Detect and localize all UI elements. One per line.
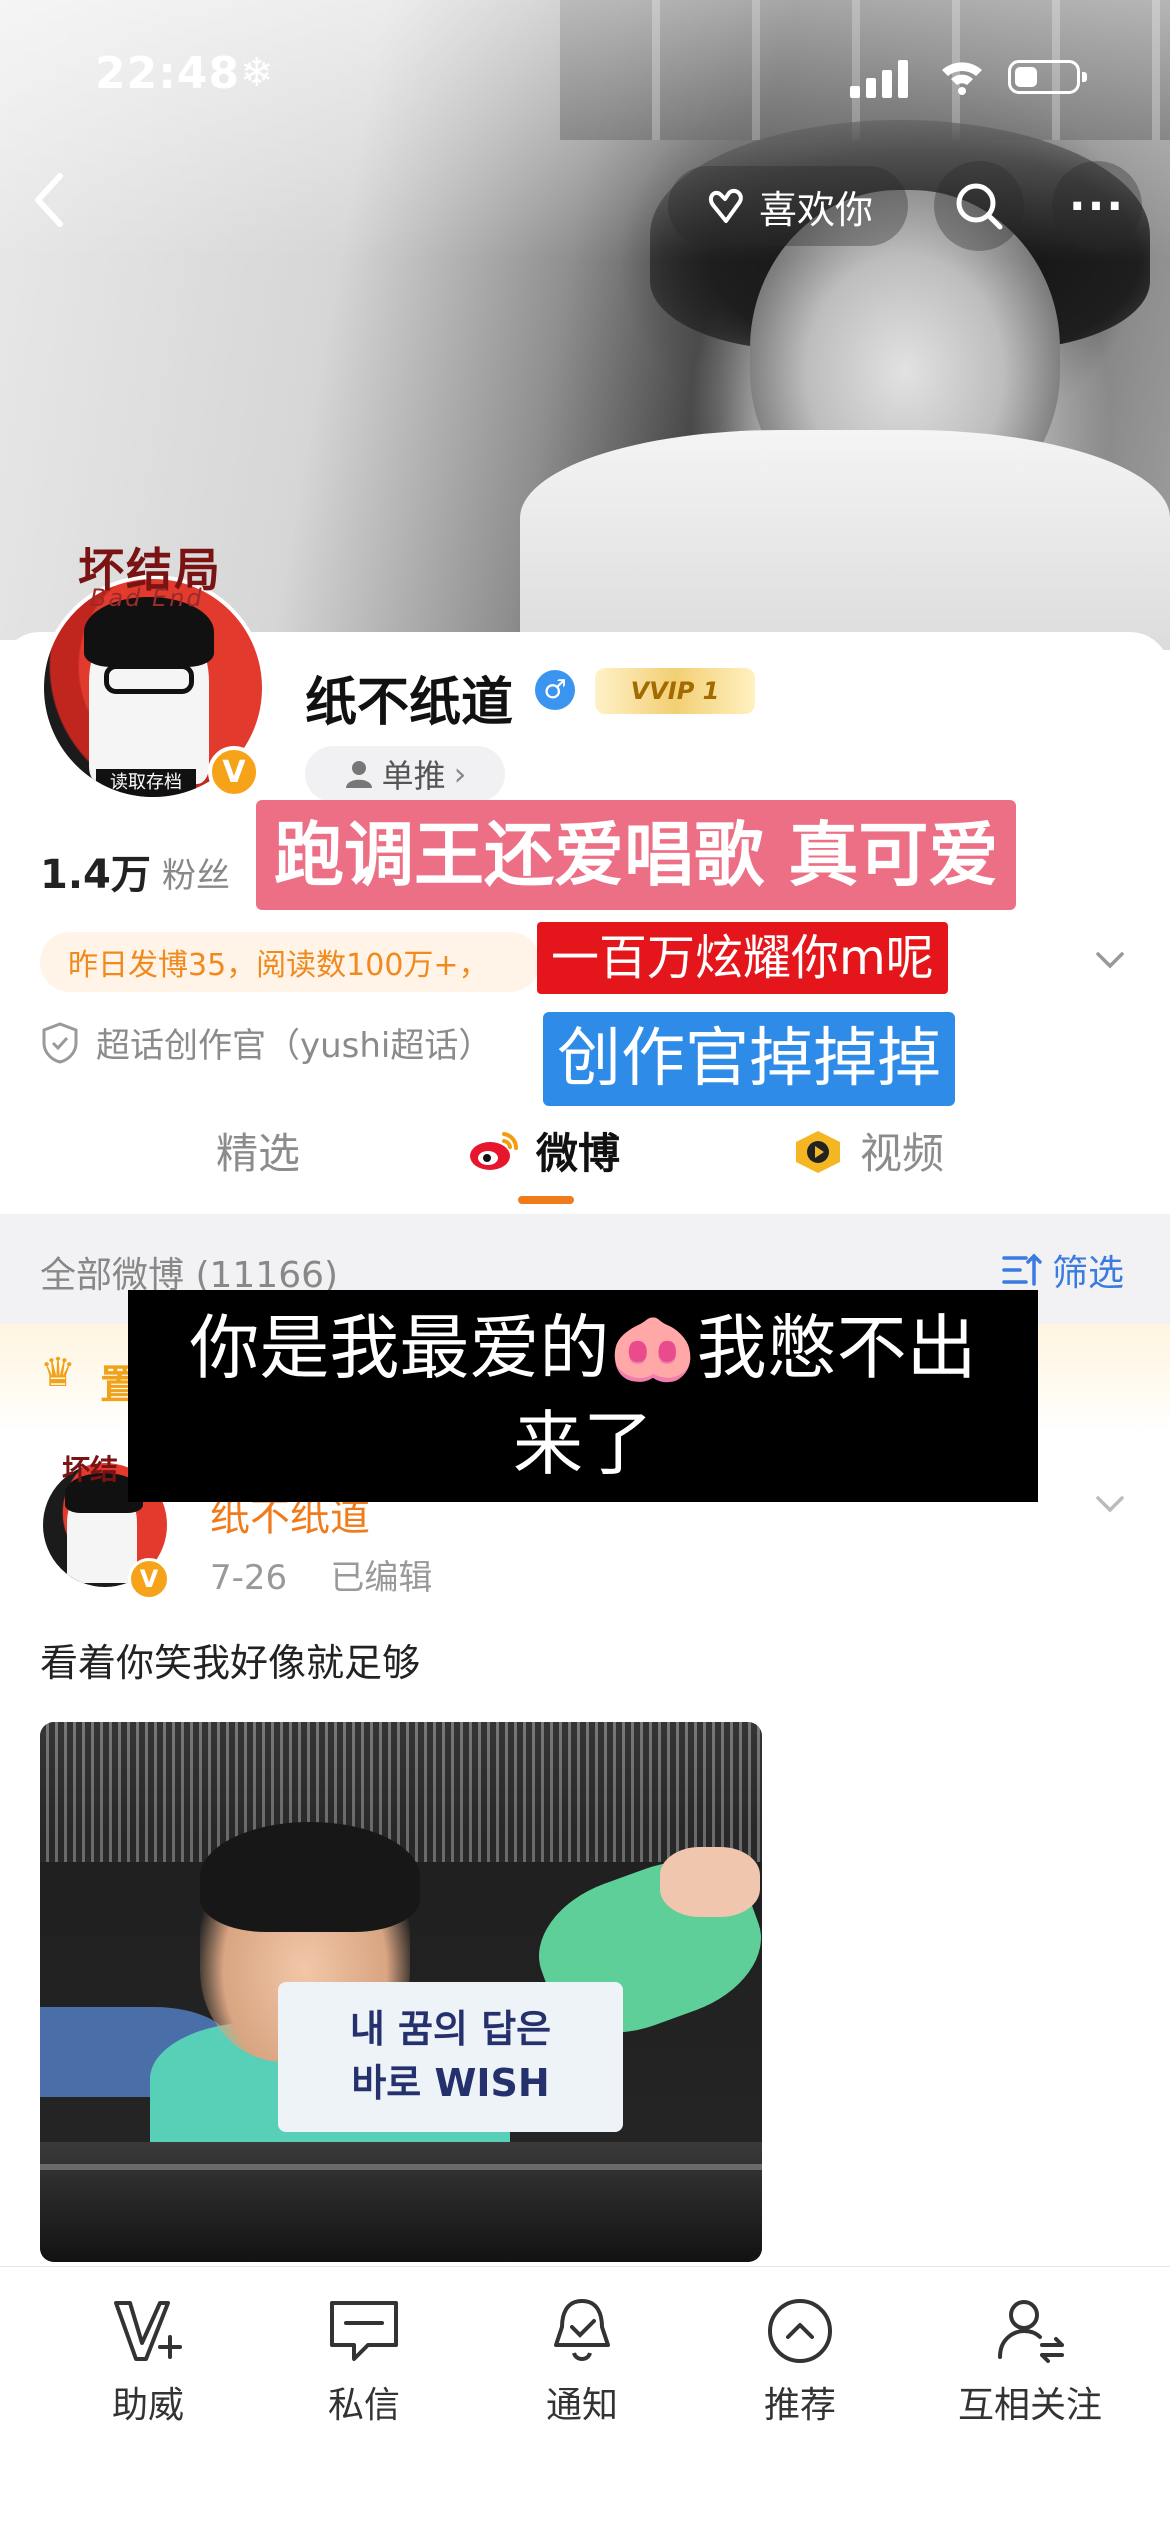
weibo-logo-icon <box>470 1131 519 1170</box>
post-avatar-title: 坏结 <box>62 1453 119 1486</box>
tabbar-messages[interactable]: 私信 <box>284 2290 444 2428</box>
tab-video[interactable]: 视频 <box>790 1120 944 1181</box>
tab-weibo[interactable]: 微博 <box>466 1120 620 1181</box>
chevron-down-icon[interactable] <box>1090 940 1130 980</box>
caption-black: 你是我最爱的🐽我憋不出 来了 <box>128 1290 1038 1502</box>
tabbar-cheer[interactable]: 助威 <box>68 2290 228 2428</box>
post-verified-badge-icon: V <box>128 1558 170 1600</box>
filter-label: 筛选 <box>1052 1253 1125 1294</box>
profile-username: 纸不纸道 <box>305 673 514 733</box>
tab-active-indicator <box>518 1196 574 1204</box>
recommend-icon <box>768 2299 832 2363</box>
post-options-chevron-icon[interactable] <box>1090 1484 1130 1524</box>
bell-icon <box>554 2299 610 2361</box>
chevron-right-icon: › <box>453 755 467 793</box>
danjui-label: 单推 <box>381 757 446 795</box>
post-edited: 已编辑 <box>330 1558 433 1598</box>
tabbar-recommend-label: 推荐 <box>763 2385 836 2426</box>
battery-icon <box>1008 60 1087 94</box>
avatar-tag: 读取存档 <box>96 769 196 797</box>
avatar-subtitle: Bad End <box>90 584 204 612</box>
message-icon <box>330 2301 398 2361</box>
back-button[interactable] <box>30 170 90 240</box>
sign-line-1: 내 꿈의 답은 <box>349 2007 552 2051</box>
male-gender-icon: ♂ <box>535 670 575 710</box>
caption-black-line-2: 来了 <box>513 1403 653 1485</box>
crown-icon: ♛ <box>40 1350 76 1396</box>
search-icon <box>956 183 1003 230</box>
cellular-signal-icon <box>850 58 910 98</box>
fans-count[interactable]: 1.4万 <box>40 842 151 900</box>
search-button[interactable] <box>934 161 1024 251</box>
tab-weibo-label: 微博 <box>536 1129 621 1178</box>
more-dots-icon: ··· <box>1068 180 1126 232</box>
wifi-icon <box>942 62 982 95</box>
caption-black-line-1: 你是我最爱的🐽我憋不出 <box>189 1307 977 1389</box>
mutual-follow-icon <box>998 2300 1064 2363</box>
vvip-badge[interactable]: VVIP 1 <box>595 668 755 714</box>
tab-video-label: 视频 <box>860 1129 945 1178</box>
tabbar-messages-label: 私信 <box>327 2385 400 2426</box>
post-text: 看着你笑我好像就足够 <box>40 1641 421 1685</box>
snowflake-icon: ❄ <box>240 50 274 96</box>
caption-blue: 创作官掉掉掉 <box>543 1012 955 1106</box>
tabbar-notifications-label: 通知 <box>545 2385 618 2426</box>
more-button[interactable]: ··· <box>1052 161 1142 251</box>
cover-person-shirt <box>520 430 1170 650</box>
like-you-button[interactable]: 喜欢你 <box>668 166 908 246</box>
tab-featured[interactable]: 精选 <box>216 1120 300 1181</box>
tabbar-notifications[interactable]: 通知 <box>502 2290 662 2428</box>
fans-label[interactable]: 粉丝 <box>162 848 230 897</box>
post-date: 7-26 <box>210 1558 288 1598</box>
danjui-button[interactable]: 单推 › <box>305 746 505 802</box>
posting-stats[interactable]: 昨日发博35，阅读数100万+， <box>40 932 540 992</box>
cheer-v-icon <box>114 2301 182 2361</box>
posting-stats-text: 昨日发博35，阅读数100万+， <box>68 948 489 983</box>
post-image-sign: 내 꿈의 답은 바로 WISH <box>278 1982 623 2132</box>
person-icon <box>345 761 372 788</box>
filter-button[interactable]: 筛选 <box>1000 1244 1124 1296</box>
post-image[interactable]: 내 꿈의 답은 바로 WISH <box>40 1722 762 2262</box>
topic-creator-info[interactable]: 超话创作官（yushi超话） <box>40 1018 492 1067</box>
filter-icon <box>1002 1253 1042 1286</box>
tabbar-mutual-follow[interactable]: 互相关注 <box>940 2290 1120 2428</box>
tabbar-mutual-follow-label: 互相关注 <box>957 2385 1102 2426</box>
video-icon <box>796 1130 840 1173</box>
topic-creator-text: 超话创作官（yushi超话） <box>96 1026 493 1066</box>
tabbar-recommend[interactable]: 推荐 <box>720 2290 880 2428</box>
caption-red: 一百万炫耀你m呢 <box>537 922 948 994</box>
like-you-label: 喜欢你 <box>758 187 873 232</box>
heart-hand-icon <box>708 188 743 223</box>
shield-check-icon <box>42 1021 78 1064</box>
tabbar-cheer-label: 助威 <box>111 2385 184 2426</box>
sign-line-2: 바로 WISH <box>351 2061 550 2105</box>
tab-featured-label: 精选 <box>216 1129 301 1178</box>
caption-pink: 跑调王还爱唱歌 真可爱 <box>256 800 1017 910</box>
post-meta: 7-26 已编辑 <box>210 1550 432 1599</box>
status-time: 22:48 <box>95 48 241 99</box>
verified-badge-icon: V <box>208 746 260 798</box>
